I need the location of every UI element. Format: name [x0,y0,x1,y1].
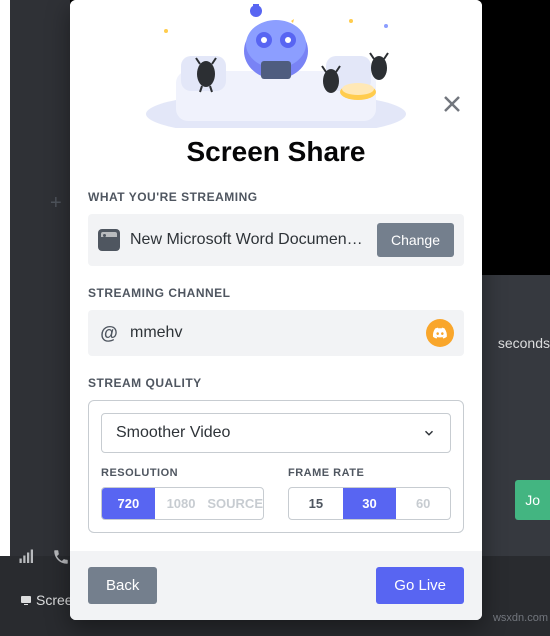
resolution-segmented: 720 1080 SOURCE [101,487,264,520]
framerate-15[interactable]: 15 [289,488,343,519]
streaming-app-row: New Microsoft Word Document ... Change [88,214,464,266]
streaming-section-label: WHAT YOU'RE STREAMING [88,190,464,204]
hero-illustration [70,0,482,128]
quality-preset-select[interactable]: Smoother Video [101,413,451,453]
screen-share-modal: Screen Share WHAT YOU'RE STREAMING New M… [70,0,482,620]
quality-preset-value: Smoother Video [116,424,422,442]
discord-badge-icon [426,319,454,347]
background-text-seconds: seconds [498,335,550,351]
chevron-down-icon [422,426,436,440]
quality-box: Smoother Video RESOLUTION 720 1080 SOURC… [88,400,464,533]
quality-section-label: STREAM QUALITY [88,376,464,390]
app-name-text: New Microsoft Word Document ... [130,231,367,249]
modal-title: Screen Share [88,136,464,168]
resolution-720[interactable]: 720 [102,488,155,519]
background-sidebar [0,0,70,636]
resolution-1080[interactable]: 1080 [155,488,208,519]
background-left-strip [0,0,10,636]
go-live-button[interactable]: Go Live [376,567,464,604]
framerate-30[interactable]: 30 [343,488,397,519]
framerate-60[interactable]: 60 [396,488,450,519]
back-button[interactable]: Back [88,567,157,604]
window-icon [98,229,120,251]
framerate-label: FRAME RATE [288,467,451,479]
join-button-partial[interactable]: Jo [515,480,550,520]
framerate-segmented: 15 30 60 [288,487,451,520]
channel-section-label: STREAMING CHANNEL [88,286,464,300]
change-button[interactable]: Change [377,223,454,257]
close-button[interactable] [440,92,466,118]
resolution-label: RESOLUTION [101,467,264,479]
resolution-source[interactable]: SOURCE [207,488,263,519]
watermark-text: wsxdn.com [493,612,548,624]
add-channel-icon[interactable]: + [50,192,62,215]
channel-name-text: mmehv [130,324,416,342]
modal-footer: Back Go Live [70,551,482,620]
call-icon[interactable] [52,548,70,571]
signal-icon[interactable] [18,548,36,571]
streaming-channel-row[interactable]: @ mmehv [88,310,464,356]
at-icon: @ [98,323,120,344]
